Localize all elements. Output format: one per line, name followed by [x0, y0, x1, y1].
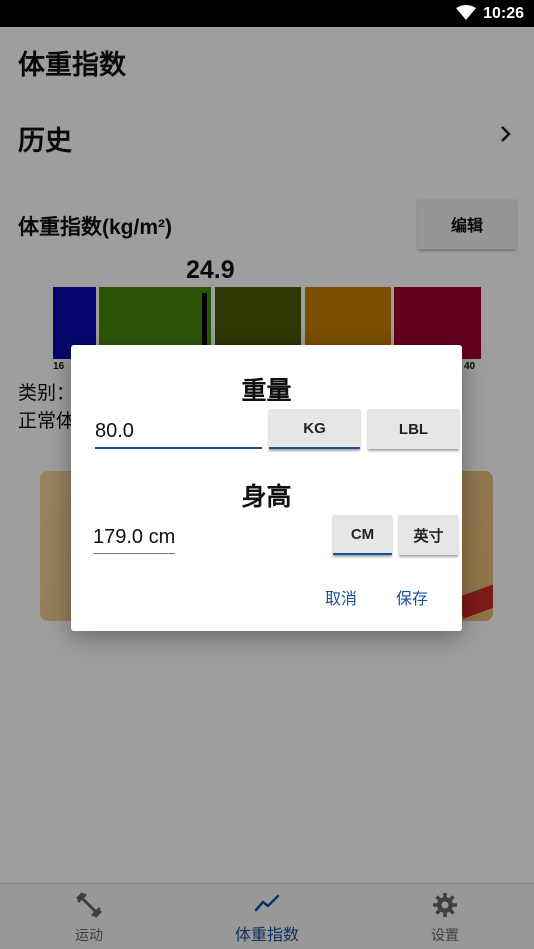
status-time: 10:26: [483, 5, 524, 22]
weight-title: 重量: [241, 377, 292, 405]
weight-input[interactable]: [95, 415, 262, 449]
status-bar: 10:26: [0, 0, 534, 27]
save-button[interactable]: 保存: [396, 585, 428, 609]
unit-inch-button[interactable]: 英寸: [399, 515, 458, 555]
unit-kg-button[interactable]: KG: [269, 409, 360, 449]
edit-dialog: 重量 KG LBL 身高 CM 英寸 取消 保存: [71, 345, 462, 631]
unit-lbl-button[interactable]: LBL: [368, 409, 459, 449]
cancel-button[interactable]: 取消: [325, 585, 357, 609]
height-input[interactable]: [93, 522, 175, 554]
unit-cm-button[interactable]: CM: [333, 515, 392, 555]
wifi-icon: [456, 5, 476, 26]
height-title: 身高: [241, 483, 292, 511]
